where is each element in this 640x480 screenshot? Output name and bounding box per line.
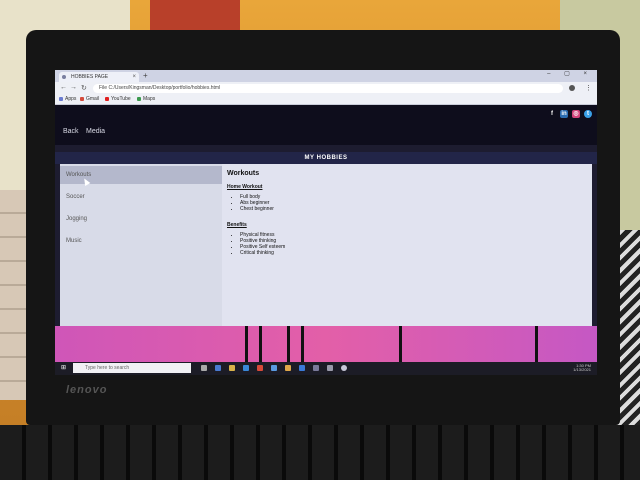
tab-favicon-icon <box>62 75 66 79</box>
list-item: Chest beginner <box>240 206 274 212</box>
palm-tree <box>287 326 290 362</box>
sidebar-item-soccer[interactable]: Soccer <box>60 188 222 206</box>
bookmark-gmail[interactable]: Gmail <box>80 96 99 102</box>
page-title: MY HOBBIES <box>55 152 597 164</box>
chrome-icon[interactable] <box>271 365 277 371</box>
red-door <box>150 0 240 30</box>
list-item: Critical thinking <box>240 250 285 256</box>
site-header: Back Media f in ◎ t <box>55 105 597 145</box>
bookmark-apps[interactable]: Apps <box>59 96 76 102</box>
record-icon[interactable] <box>341 365 347 371</box>
laptop-screen: HOBBIES PAGE × + – ▢ × ← → ↻ File C:/Use… <box>55 70 597 375</box>
new-tab-button[interactable]: + <box>143 71 148 80</box>
section-title-benefits[interactable]: Benefits <box>227 222 247 228</box>
vlc-icon[interactable] <box>285 365 291 371</box>
apps-icon <box>59 96 63 101</box>
palm-tree <box>535 326 538 362</box>
palm-tree <box>301 326 304 362</box>
forward-arrow-icon[interactable]: → <box>70 84 77 91</box>
gmail-icon <box>80 96 84 101</box>
browser-tab-strip: HOBBIES PAGE × + – ▢ × <box>55 70 597 82</box>
tab-close-icon[interactable]: × <box>132 72 136 82</box>
linkedin-icon[interactable]: in <box>560 110 568 118</box>
palm-tree <box>399 326 402 362</box>
url-text: C:/Users/Kingsman/Desktop/portfolio/hobb… <box>108 85 221 91</box>
sidebar-item-jogging[interactable]: Jogging <box>60 210 222 228</box>
windows-taskbar: ⊞ Type here to search 1:30 PM 1/13/2021 <box>55 362 597 375</box>
bookmark-maps[interactable]: Maps <box>137 96 155 102</box>
content-panel: Workouts Home Workout Full body Abs begi… <box>222 164 592 326</box>
back-arrow-icon[interactable]: ← <box>60 84 67 91</box>
browser-menu-icon[interactable]: ⋮ <box>585 84 592 92</box>
palm-tree <box>259 326 262 362</box>
edge-icon[interactable] <box>215 365 221 371</box>
file-explorer-icon[interactable] <box>229 365 235 371</box>
store-icon[interactable] <box>243 365 249 371</box>
maps-icon <box>137 96 141 101</box>
bookmarks-bar: Apps Gmail YouTube Maps <box>55 95 597 105</box>
windows-start-icon[interactable]: ⊞ <box>61 365 67 371</box>
benefits-list: Physical fitness Positive thinking Posit… <box>232 232 285 256</box>
system-tray-clock[interactable]: 1:30 PM 1/13/2021 <box>573 364 591 372</box>
hobbies-sidebar: Workouts Soccer Jogging Music <box>60 164 222 332</box>
window-controls[interactable]: – ▢ × <box>547 70 593 77</box>
settings-icon[interactable] <box>313 365 319 371</box>
taskbar-search-input[interactable]: Type here to search <box>73 363 191 373</box>
mail-icon[interactable] <box>257 365 263 371</box>
browser-tab[interactable]: HOBBIES PAGE × <box>59 72 139 82</box>
instagram-icon[interactable]: ◎ <box>572 110 580 118</box>
laptop-keyboard <box>0 425 640 480</box>
reload-icon[interactable]: ↻ <box>81 84 87 92</box>
nav-link-back[interactable]: Back <box>63 128 79 135</box>
profile-icon[interactable] <box>569 85 575 91</box>
vscode-icon[interactable] <box>299 365 305 371</box>
sunset-background <box>55 326 597 362</box>
youtube-icon <box>105 96 109 101</box>
facebook-icon[interactable]: f <box>548 110 556 118</box>
tray-date: 1/13/2021 <box>573 367 591 372</box>
task-view-icon[interactable] <box>201 365 207 371</box>
url-input[interactable]: File C:/Users/Kingsman/Desktop/portfolio… <box>93 84 563 93</box>
nav-link-media[interactable]: Media <box>86 128 105 135</box>
address-bar: ← → ↻ File C:/Users/Kingsman/Desktop/por… <box>55 82 597 95</box>
bookmark-youtube[interactable]: YouTube <box>105 96 131 102</box>
url-prefix: File <box>99 85 108 91</box>
home-workout-list: Full body Abs beginner Chest beginner <box>232 194 274 212</box>
twitter-icon[interactable]: t <box>584 110 592 118</box>
section-title-home-workout[interactable]: Home Workout <box>227 184 262 190</box>
sidebar-item-music[interactable]: Music <box>60 232 222 250</box>
palm-tree <box>245 326 248 362</box>
content-heading: Workouts <box>227 170 260 177</box>
app-icon[interactable] <box>327 365 333 371</box>
tab-title: HOBBIES PAGE <box>71 74 109 80</box>
laptop-brand: lenovo <box>66 384 108 396</box>
